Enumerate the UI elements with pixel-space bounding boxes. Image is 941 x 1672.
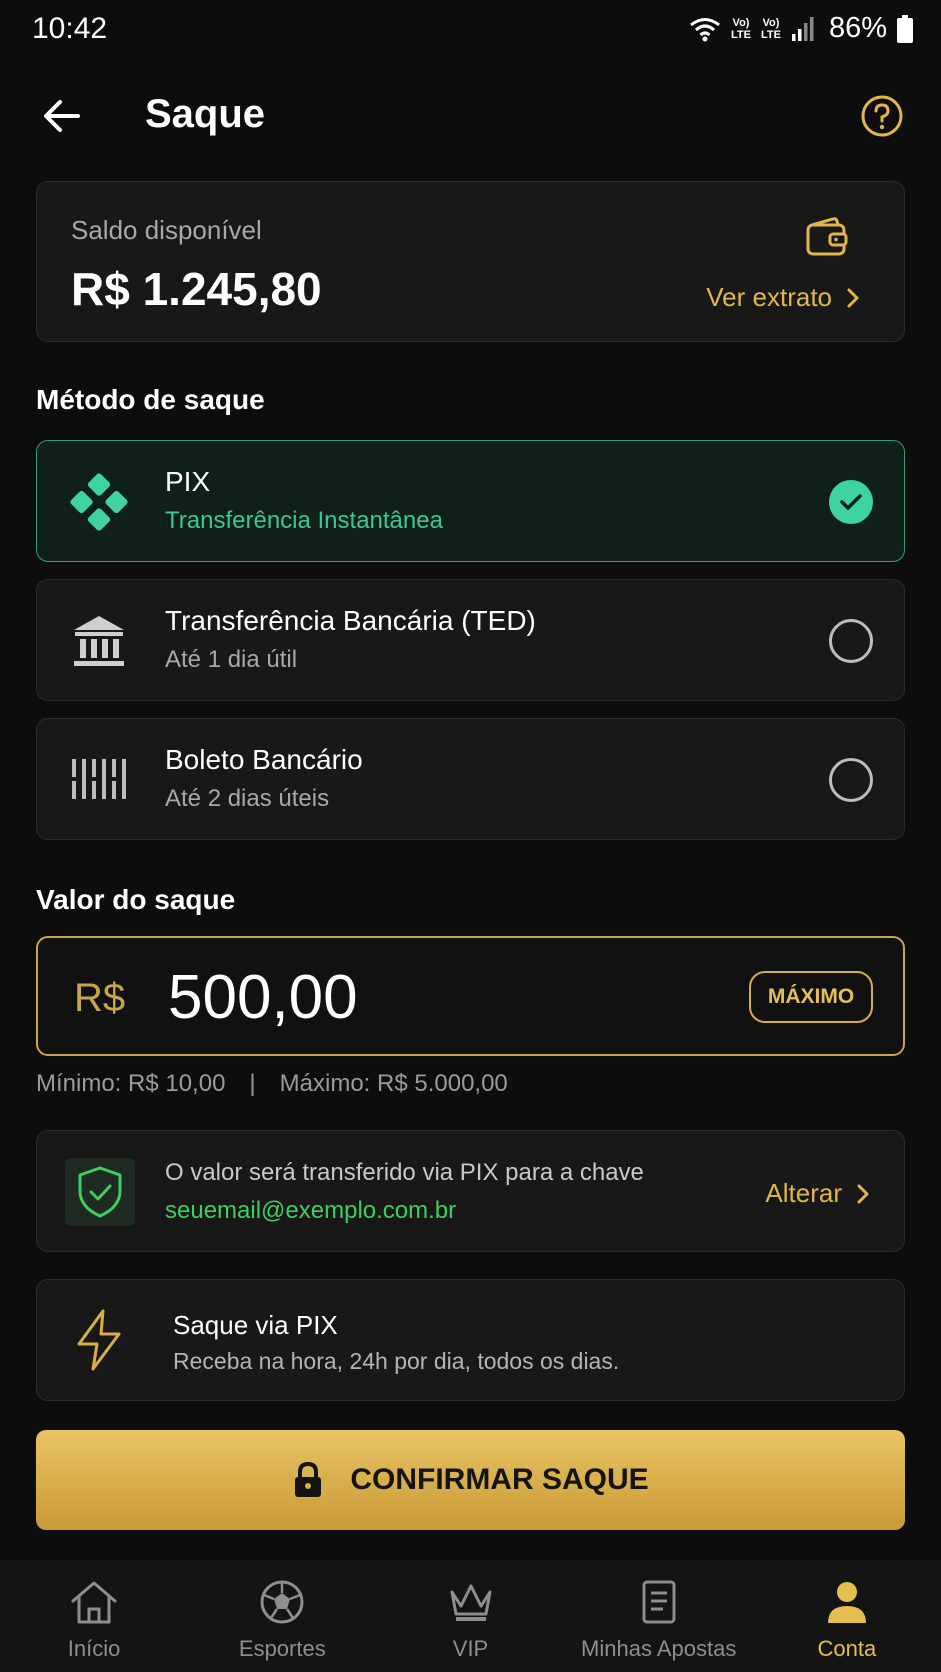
crown-icon xyxy=(446,1576,496,1628)
radio-unselected[interactable] xyxy=(829,758,873,802)
limit-separator: | xyxy=(249,1070,256,1097)
arrow-left-icon xyxy=(44,100,80,132)
method-option-boleto[interactable]: Boleto Bancário Até 2 dias úteis xyxy=(36,718,905,840)
ticket-icon xyxy=(639,1576,679,1628)
volte-indicator-2: Vo) LTE xyxy=(760,16,781,41)
signal-icon xyxy=(791,16,814,41)
currency-symbol: R$ xyxy=(74,976,126,1020)
amount-input[interactable]: R$ 500,00 MÁXIMO xyxy=(36,936,905,1056)
battery-icon xyxy=(897,14,913,43)
info-title: Saque via PIX xyxy=(173,1310,338,1340)
status-bar: 10:42 Vo) LTE Vo) LTE 86% xyxy=(0,0,941,60)
nav-item-vip[interactable]: VIP xyxy=(376,1560,564,1672)
amount-value[interactable]: 500,00 xyxy=(168,962,358,1033)
home-icon xyxy=(69,1576,119,1628)
confirm-withdrawal-button[interactable]: CONFIRMAR SAQUE xyxy=(36,1430,905,1530)
nav-label: Início xyxy=(67,1636,121,1661)
view-statement-label: Ver extrato xyxy=(706,282,832,312)
method-option-pix[interactable]: PIX Transferência Instantânea xyxy=(36,440,905,562)
amount-limits: Mínimo: R$ 10,00 | Máximo: R$ 5.000,00 xyxy=(36,1070,508,1098)
barcode-icon xyxy=(67,748,131,812)
nav-label: Esportes xyxy=(238,1636,326,1661)
page-title: Saque xyxy=(145,92,266,136)
max-button[interactable]: MÁXIMO xyxy=(749,971,873,1023)
radio-unselected[interactable] xyxy=(829,619,873,663)
check-icon xyxy=(840,494,862,510)
volte-indicator-1: Vo) LTE xyxy=(731,16,751,41)
max-limit: Máximo: R$ 5.000,00 xyxy=(279,1070,508,1097)
balance-card: Saldo disponível R$ 1.245,80 Ver extrato xyxy=(36,181,905,342)
back-button[interactable] xyxy=(40,94,84,138)
status-icons: Vo) LTE Vo) LTE 86% xyxy=(689,12,913,45)
lightning-icon xyxy=(77,1309,121,1371)
nav-label: VIP xyxy=(452,1636,489,1661)
nav-label: Minhas Apostas xyxy=(581,1636,737,1661)
nav-label: Conta xyxy=(817,1636,877,1661)
method-desc: Até 2 dias úteis xyxy=(165,785,330,812)
help-button[interactable] xyxy=(860,94,904,138)
info-desc: Receba na hora, 24h por dia, todos os di… xyxy=(173,1348,620,1374)
change-key-label: Alterar xyxy=(765,1178,842,1208)
method-name: Boleto Bancário xyxy=(165,744,363,775)
method-desc: Transferência Instantânea xyxy=(165,507,443,534)
method-desc: Até 1 dia útil xyxy=(165,646,298,673)
balance-value: R$ 1.245,80 xyxy=(71,263,322,315)
method-name: PIX xyxy=(165,466,211,497)
battery-percent: 86% xyxy=(828,12,887,44)
bank-icon xyxy=(67,609,131,673)
pix-info-card: Saque via PIX Receba na hora, 24h por di… xyxy=(36,1279,905,1401)
change-key-link[interactable]: Alterar xyxy=(765,1178,870,1209)
min-limit: Mínimo: R$ 10,00 xyxy=(36,1070,226,1097)
pix-icon xyxy=(67,470,131,534)
bottom-nav: Início Esportes VIP Minhas Apostas Conta xyxy=(0,1560,941,1672)
view-statement-link[interactable]: Ver extrato xyxy=(706,282,860,313)
chevron-right-icon xyxy=(857,1184,869,1203)
shield-check-icon xyxy=(65,1158,135,1226)
nav-item-conta[interactable]: Conta xyxy=(753,1560,941,1672)
lock-icon xyxy=(295,1461,322,1497)
confirm-label: CONFIRMAR SAQUE xyxy=(350,1463,649,1496)
balance-label: Saldo disponível xyxy=(71,215,262,245)
user-icon xyxy=(825,1576,869,1628)
nav-item-esportes[interactable]: Esportes xyxy=(188,1560,376,1672)
amount-section-title: Valor do saque xyxy=(36,884,236,915)
wifi-icon xyxy=(690,17,720,41)
nav-item-minhas-apostas[interactable]: Minhas Apostas xyxy=(565,1560,753,1672)
soccer-ball-icon xyxy=(259,1576,305,1628)
pix-key: seuemail@exemplo.com.br xyxy=(165,1197,457,1224)
wallet-icon xyxy=(806,217,848,256)
question-circle-icon xyxy=(861,95,903,137)
method-option-ted[interactable]: Transferência Bancária (TED) Até 1 dia ú… xyxy=(36,579,905,701)
method-name: Transferência Bancária (TED) xyxy=(165,605,536,636)
method-section-title: Método de saque xyxy=(36,384,265,415)
pix-destination-text: O valor será transferido via PIX para a … xyxy=(165,1159,644,1186)
chevron-right-icon xyxy=(847,288,859,307)
radio-selected[interactable] xyxy=(829,480,873,524)
pix-destination-card: O valor será transferido via PIX para a … xyxy=(36,1130,905,1252)
header: Saque xyxy=(0,80,941,152)
status-time: 10:42 xyxy=(32,12,108,45)
nav-item-inicio[interactable]: Início xyxy=(0,1560,188,1672)
